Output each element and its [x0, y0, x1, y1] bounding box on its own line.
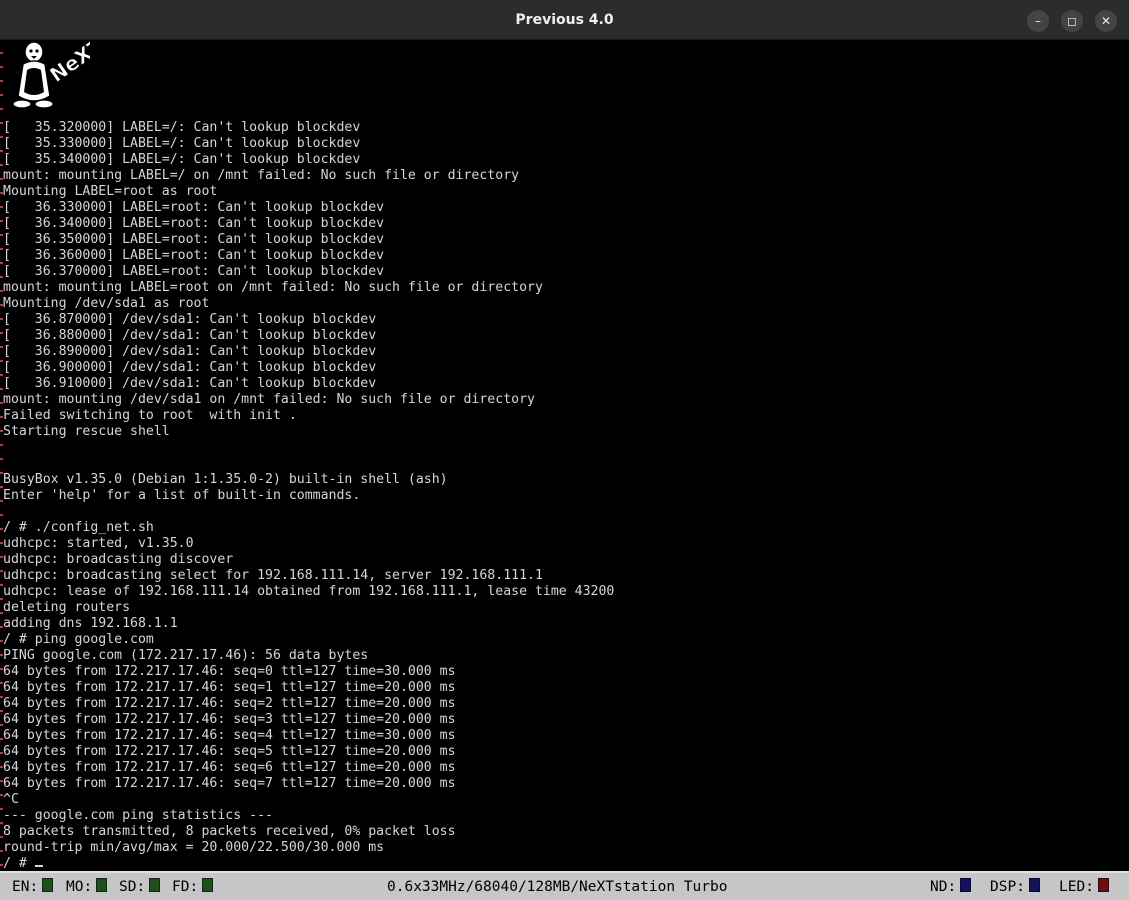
- console-line: [ 36.880000] /dev/sda1: Can't lookup blo…: [3, 328, 377, 343]
- console-line: BusyBox v1.35.0 (Debian 1:1.35.0-2) buil…: [3, 472, 448, 487]
- machine-info: 0.6x33MHz/68040/128MB/NeXTstation Turbo: [387, 879, 728, 895]
- fd-led-icon: [202, 878, 214, 892]
- minimize-button[interactable]: –: [1027, 10, 1049, 32]
- console-line: [ 36.330000] LABEL=root: Can't lookup bl…: [3, 200, 385, 215]
- console-line: ^C: [3, 792, 19, 807]
- console-line: Mounting LABEL=root as root: [3, 184, 218, 199]
- nd-led-icon: [960, 878, 972, 892]
- maximize-button[interactable]: ◻: [1061, 10, 1083, 32]
- console-line: [ 35.320000] LABEL=/: Can't lookup block…: [3, 120, 361, 135]
- console-line: [ 36.870000] /dev/sda1: Can't lookup blo…: [3, 312, 377, 327]
- title-bar[interactable]: Previous 4.0 – ◻ ✕: [0, 0, 1129, 40]
- emulator-window: Previous 4.0 – ◻ ✕ NeXT [ 35.320000] LAB…: [0, 0, 1129, 900]
- logo-text: NeXT: [45, 40, 90, 87]
- text-cursor: [34, 865, 43, 867]
- console-line: deleting routers: [3, 600, 131, 615]
- console-line: Mounting /dev/sda1 as root: [3, 296, 210, 311]
- nd-indicator: ND:: [930, 877, 972, 897]
- console-line: 64 bytes from 172.217.17.46: seq=3 ttl=1…: [3, 712, 456, 727]
- prompt-text: / #: [3, 856, 35, 871]
- dsp-led-icon: [1028, 878, 1040, 892]
- sd-led-icon: [149, 878, 161, 892]
- console-line: --- google.com ping statistics ---: [3, 808, 273, 823]
- led-led-icon: [1097, 878, 1109, 892]
- console-line: [ 36.340000] LABEL=root: Can't lookup bl…: [3, 216, 385, 231]
- console-line: mount: mounting /dev/sda1 on /mnt failed…: [3, 392, 535, 407]
- console-line: adding dns 192.168.1.1: [3, 616, 178, 631]
- console-line: udhcpc: broadcasting discover: [3, 552, 234, 567]
- sd-indicator: SD:: [119, 877, 161, 897]
- shell-prompt[interactable]: / #: [3, 856, 614, 872]
- console-line: Failed switching to root with init .: [3, 408, 297, 423]
- console-line: 64 bytes from 172.217.17.46: seq=5 ttl=1…: [3, 744, 456, 759]
- console-line: Starting rescue shell: [3, 424, 170, 439]
- console-line: 64 bytes from 172.217.17.46: seq=6 ttl=1…: [3, 760, 456, 775]
- mo-led-icon: [96, 878, 108, 892]
- console-line: 64 bytes from 172.217.17.46: seq=0 ttl=1…: [3, 664, 456, 679]
- console-line: udhcpc: started, v1.35.0: [3, 536, 194, 551]
- dsp-indicator: DSP:: [990, 877, 1040, 897]
- console-line: 64 bytes from 172.217.17.46: seq=2 ttl=1…: [3, 696, 456, 711]
- console-line: / # ping google.com: [3, 632, 154, 647]
- mo-indicator: MO:: [66, 877, 108, 897]
- console-line: [ 36.900000] /dev/sda1: Can't lookup blo…: [3, 360, 377, 375]
- console-line: PING google.com (172.217.17.46): 56 data…: [3, 648, 369, 663]
- console-output: [ 35.320000] LABEL=/: Can't lookup block…: [3, 120, 614, 872]
- window-title: Previous 4.0: [515, 12, 614, 28]
- console-line: / # ./config_net.sh: [3, 520, 154, 535]
- console-line: round-trip min/avg/max = 20.000/22.500/3…: [3, 840, 385, 855]
- en-indicator: EN:: [12, 877, 54, 897]
- close-button[interactable]: ✕: [1095, 10, 1117, 32]
- console-line: [ 35.330000] LABEL=/: Can't lookup block…: [3, 136, 361, 151]
- console-line: udhcpc: lease of 192.168.111.14 obtained…: [3, 584, 615, 599]
- console-line: udhcpc: broadcasting select for 192.168.…: [3, 568, 543, 583]
- console-line: [ 36.890000] /dev/sda1: Can't lookup blo…: [3, 344, 377, 359]
- console-line: [ 36.370000] LABEL=root: Can't lookup bl…: [3, 264, 385, 279]
- console-line: [ 36.360000] LABEL=root: Can't lookup bl…: [3, 248, 385, 263]
- console-line: [ 36.910000] /dev/sda1: Can't lookup blo…: [3, 376, 377, 391]
- console-line: 64 bytes from 172.217.17.46: seq=1 ttl=1…: [3, 680, 456, 695]
- console-line: 64 bytes from 172.217.17.46: seq=7 ttl=1…: [3, 776, 456, 791]
- led-indicator: LED:: [1059, 877, 1109, 897]
- console-line: mount: mounting LABEL=/ on /mnt failed: …: [3, 168, 520, 183]
- status-bar: EN: MO: SD: FD: 0.6x33MHz/68040/128MB/Ne…: [0, 871, 1129, 900]
- console-line: mount: mounting LABEL=root on /mnt faile…: [3, 280, 543, 295]
- fd-indicator: FD:: [172, 877, 214, 897]
- en-led-icon: [42, 878, 54, 892]
- tux-next-logo-icon: NeXT: [12, 40, 90, 109]
- console-line: [ 35.340000] LABEL=/: Can't lookup block…: [3, 152, 361, 167]
- console-line: Enter 'help' for a list of built-in comm…: [3, 488, 361, 503]
- console-line: [ 36.350000] LABEL=root: Can't lookup bl…: [3, 232, 385, 247]
- console-line: 8 packets transmitted, 8 packets receive…: [3, 824, 456, 839]
- console-line: 64 bytes from 172.217.17.46: seq=4 ttl=1…: [3, 728, 456, 743]
